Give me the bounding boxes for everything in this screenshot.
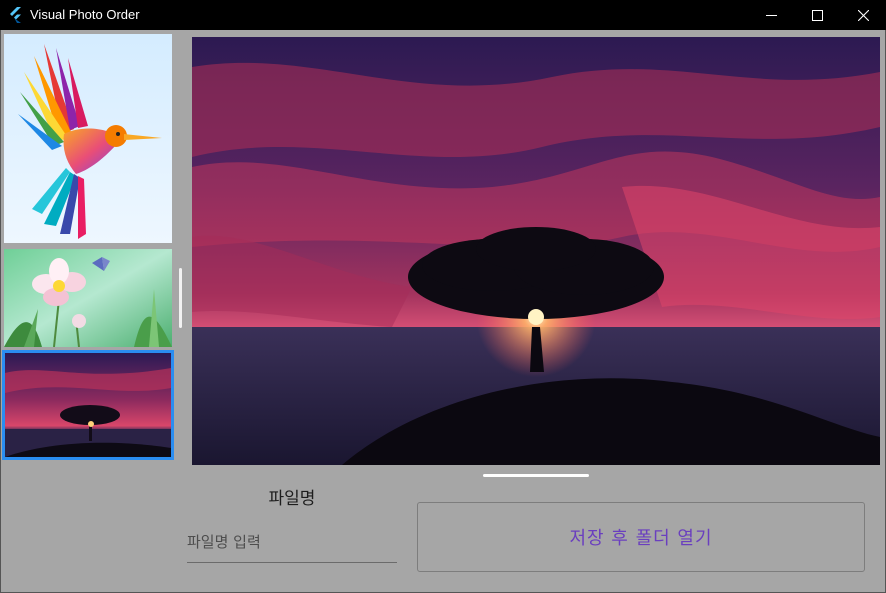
flower-image: [4, 249, 172, 347]
close-button[interactable]: [840, 0, 886, 30]
minimize-button[interactable]: [748, 0, 794, 30]
hummingbird-image: [4, 34, 172, 243]
sunset-tree-preview: [192, 37, 880, 465]
thumbnail-flower[interactable]: [4, 249, 172, 347]
flutter-logo-icon: [10, 7, 21, 23]
close-icon: [857, 9, 869, 21]
maximize-button[interactable]: [794, 0, 840, 30]
maximize-icon: [811, 9, 823, 21]
sunset-tree-image: [5, 353, 171, 457]
filename-label: 파일명: [268, 489, 316, 509]
thumbnail-scrollbar[interactable]: [179, 268, 182, 328]
filename-input[interactable]: [187, 522, 397, 563]
thumbnail-sunset-tree[interactable]: [2, 350, 174, 460]
minimize-icon: [765, 14, 777, 16]
window-title: Visual Photo Order: [30, 7, 140, 22]
page-indicator: [483, 474, 589, 477]
main-preview-image: [192, 37, 880, 465]
save-and-open-folder-button[interactable]: 저장 후 폴더 열기: [417, 502, 865, 572]
thumbnail-hummingbird[interactable]: [4, 34, 172, 243]
title-bar: Visual Photo Order: [0, 0, 886, 30]
